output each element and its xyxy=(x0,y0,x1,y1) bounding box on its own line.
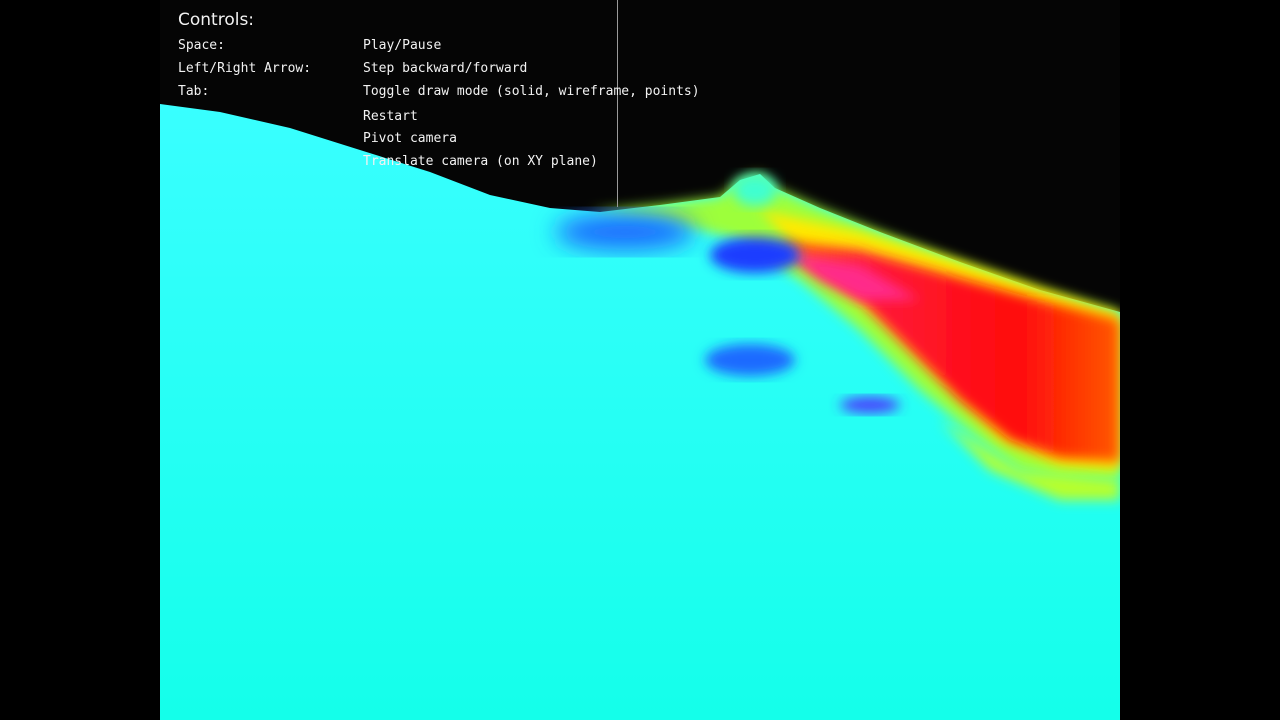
render-viewport[interactable]: Controls: Space: Play/Pause Left/Right A… xyxy=(160,0,1120,720)
control-action: Play/Pause xyxy=(363,38,442,53)
control-row-zoom xyxy=(178,178,798,198)
control-action: Toggle draw mode (solid, wireframe, poin… xyxy=(363,84,700,99)
terrain-blue-depression-1 xyxy=(555,214,695,250)
control-action: Translate camera (on XY plane) xyxy=(363,154,598,169)
control-row-space: Space: Play/Pause xyxy=(178,38,798,58)
control-row-translate: Translate camera (on XY plane) xyxy=(178,154,798,174)
control-action: Step backward/forward xyxy=(363,61,528,76)
control-key: Left/Right Arrow: xyxy=(178,61,312,76)
control-action: Pivot camera xyxy=(363,131,457,146)
terrain-blue-depression-2 xyxy=(710,237,800,273)
control-row-pivot: Pivot camera xyxy=(178,131,798,151)
control-row-restart: Restart xyxy=(178,109,798,129)
control-key: Space: xyxy=(178,38,225,53)
controls-title: Controls: xyxy=(178,10,255,30)
control-key: Tab: xyxy=(178,84,210,99)
control-action: Restart xyxy=(363,109,418,124)
terrain-blue-depression-4 xyxy=(840,397,900,413)
terrain-blue-depression-3 xyxy=(705,344,795,376)
control-row-tab: Tab: Toggle draw mode (solid, wireframe,… xyxy=(178,84,798,104)
app-window: Controls: Space: Play/Pause Left/Right A… xyxy=(0,0,1280,720)
control-row-arrows: Left/Right Arrow: Step backward/forward xyxy=(178,61,798,81)
terrain-surface[interactable] xyxy=(160,0,1120,720)
